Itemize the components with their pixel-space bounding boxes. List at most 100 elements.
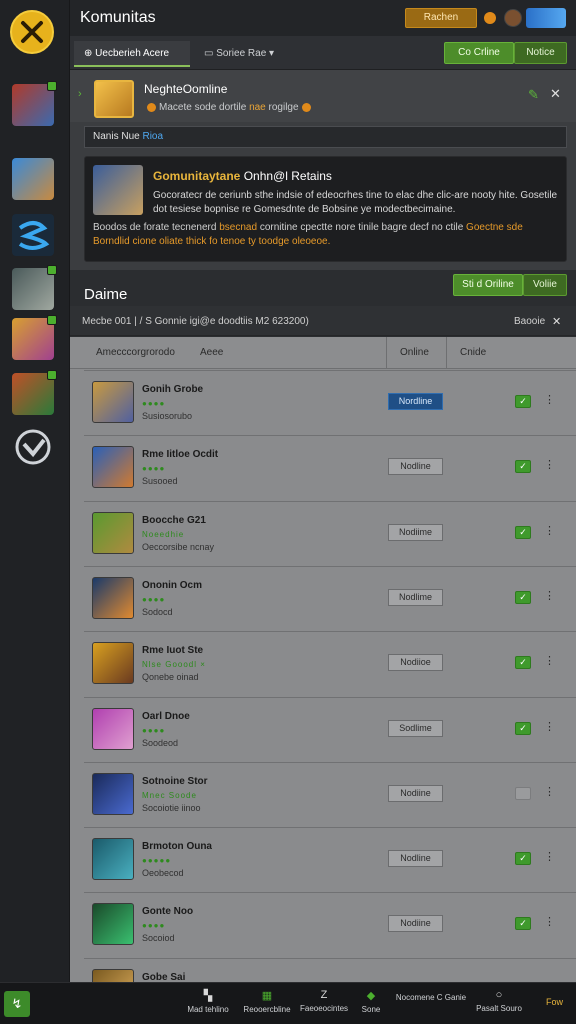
profile-banner[interactable] bbox=[526, 8, 566, 28]
member-name: Ononin Ocm bbox=[142, 579, 202, 591]
rail-avatar-3[interactable] bbox=[12, 214, 54, 256]
status-badge[interactable]: Nodiime bbox=[388, 523, 443, 541]
bottom-item-2[interactable]: Z Faeoeocintes bbox=[296, 989, 352, 1013]
column-header[interactable]: Online bbox=[400, 347, 429, 358]
more-icon[interactable]: ⋮ bbox=[544, 524, 555, 537]
bottom-item-0[interactable]: ▚ Mad tehlino bbox=[186, 989, 230, 1014]
member-name: Rme Iitloe Ocdit bbox=[142, 449, 219, 461]
checkbox-checked[interactable]: ✓ bbox=[515, 656, 531, 670]
filter-text: Mecbe 001 | / S Gonnie igi@e doodtiis M2… bbox=[82, 316, 309, 327]
tab-series[interactable]: ▭ Soriee Rae ▾ bbox=[194, 41, 284, 67]
status-badge[interactable]: Nodiioe bbox=[388, 654, 443, 672]
checkbox-checked[interactable]: ✓ bbox=[515, 721, 531, 735]
set-online-button[interactable]: Sti d Oriline bbox=[453, 274, 523, 296]
rail-avatar-1[interactable] bbox=[12, 81, 57, 126]
member-rating: Nlse Gooodl × bbox=[142, 660, 206, 670]
notification-title: NeghteOomline bbox=[144, 82, 228, 96]
member-subtitle: Susiosorubo bbox=[142, 411, 193, 421]
home-icon[interactable]: ↯ bbox=[4, 991, 30, 1017]
bottom-item-5[interactable]: ○ Pasalt Souro bbox=[476, 989, 522, 1013]
column-header[interactable]: Cnide bbox=[460, 347, 486, 358]
chart-icon: ▚ bbox=[203, 990, 213, 1002]
filter-label[interactable]: Baooie bbox=[514, 316, 545, 327]
go-online-button[interactable]: Co Crline bbox=[444, 42, 514, 64]
status-badge[interactable]: Nordline bbox=[388, 393, 443, 410]
user-avatar[interactable] bbox=[504, 9, 522, 27]
table-row[interactable]: Gobe Sai bbox=[84, 957, 576, 982]
bottom-item-1[interactable]: ▦ Reooercbline bbox=[240, 989, 294, 1014]
table-row[interactable]: Oarl Dnoe ●●●● Soodeod Sodlime ✓ ⋮ bbox=[84, 696, 576, 761]
member-subtitle: Soodeod bbox=[142, 737, 179, 748]
member-subtitle: Socoiod bbox=[142, 933, 175, 944]
left-rail bbox=[0, 0, 70, 982]
member-name: Sotnoine Stor bbox=[142, 775, 208, 787]
member-name: Rme Iuot Ste bbox=[142, 645, 204, 657]
more-icon[interactable]: ⋮ bbox=[544, 785, 555, 798]
circle-icon: ○ bbox=[495, 989, 503, 1001]
member-rating: ●●●● bbox=[142, 921, 166, 931]
member-name: Oarl Dnoe bbox=[142, 710, 190, 722]
table-row[interactable]: Brmoton Ouna ●●●●● Oeobecod Nodline ✓ ⋮ bbox=[84, 827, 576, 891]
status-badge[interactable]: Nodline bbox=[388, 458, 443, 476]
close-icon[interactable]: ✕ bbox=[550, 86, 561, 102]
more-icon[interactable]: ⋮ bbox=[544, 589, 555, 602]
notice-button[interactable]: Notice bbox=[514, 42, 567, 64]
status-badge[interactable]: Sodlime bbox=[388, 719, 443, 737]
app-title: Komunitas bbox=[80, 9, 156, 26]
table-row[interactable]: Rme Iitloe Ocdit ●●●● Susooed Nodline ✓ … bbox=[84, 435, 576, 499]
member-subtitle: Sodocd bbox=[142, 606, 173, 617]
rail-avatar-4[interactable] bbox=[12, 265, 57, 310]
member-avatar bbox=[92, 446, 134, 489]
column-header[interactable]: Amecccorgrorodo bbox=[96, 347, 175, 358]
tab-icon: ⊕ bbox=[84, 48, 96, 59]
message-input[interactable]: Nanis Nue Rioa bbox=[84, 126, 567, 148]
table-row[interactable]: Rme Iuot Ste Nlse Gooodl × Qonebe oinad … bbox=[84, 631, 576, 695]
status-badge[interactable]: Nodiine bbox=[388, 784, 443, 802]
rail-avatar-6[interactable] bbox=[12, 370, 57, 415]
table-row[interactable]: Ononin Ocm ●●●● Sodocd Nodlime ✓ ⋮ bbox=[84, 565, 576, 630]
online-badge bbox=[47, 265, 57, 275]
bottom-item-3[interactable]: ◆ Sone bbox=[356, 989, 386, 1014]
checkbox-checked[interactable]: ✓ bbox=[515, 460, 531, 474]
member-name: Gonte Noo bbox=[142, 906, 194, 918]
status-badge[interactable]: Nodlime bbox=[388, 588, 443, 606]
member-avatar bbox=[92, 838, 134, 881]
table-row[interactable]: Gonte Noo ●●●● Socoiod Nodiine ✓ ⋮ bbox=[84, 892, 576, 956]
pin-icon[interactable]: ✎ bbox=[528, 87, 539, 103]
app-logo-icon[interactable] bbox=[10, 10, 54, 54]
more-icon[interactable]: ⋮ bbox=[544, 915, 555, 928]
checkbox-checked[interactable]: ✓ bbox=[515, 525, 531, 539]
rank-button[interactable]: Rachen bbox=[405, 8, 477, 28]
column-divider bbox=[386, 337, 387, 369]
checkbox-checked[interactable]: ✓ bbox=[515, 395, 531, 408]
member-subtitle: Socoiotie iinoo bbox=[142, 802, 201, 813]
table-row[interactable]: Boocche G21 Noeedhie Oeccorsibe ncnay No… bbox=[84, 500, 576, 565]
shield-icon[interactable] bbox=[12, 426, 54, 468]
member-name: Gonih Grobe bbox=[142, 384, 204, 395]
member-avatar bbox=[92, 903, 134, 946]
table-row[interactable]: Gonih Grobe ●●●● Susiosorubo Nordline ✓ … bbox=[84, 370, 576, 434]
table-row[interactable]: Sotnoine Stor Mnec Soode Socoiotie iinoo… bbox=[84, 761, 576, 826]
checkbox-checked[interactable]: ✓ bbox=[515, 852, 531, 866]
chevron-right-icon[interactable]: › bbox=[78, 88, 82, 100]
checkbox-unchecked[interactable] bbox=[515, 786, 531, 800]
checkbox-checked[interactable]: ✓ bbox=[515, 917, 531, 931]
column-header[interactable]: Aeee bbox=[200, 347, 223, 358]
status-badge[interactable]: Nodiine bbox=[388, 915, 443, 933]
more-icon[interactable]: ⋮ bbox=[544, 393, 555, 406]
more-icon[interactable]: ⋮ bbox=[544, 720, 555, 733]
more-icon[interactable]: ⋮ bbox=[544, 654, 555, 667]
member-avatar bbox=[92, 642, 134, 685]
volume-button[interactable]: Voliie bbox=[523, 274, 567, 296]
bottom-end-label[interactable]: Fow bbox=[546, 997, 563, 1007]
member-avatar bbox=[92, 381, 134, 423]
close-icon[interactable]: ✕ bbox=[552, 315, 561, 328]
bottom-item-4[interactable]: Nocomene C Ganie bbox=[386, 993, 476, 1002]
status-badge[interactable]: Nodline bbox=[388, 850, 443, 868]
more-icon[interactable]: ⋮ bbox=[544, 458, 555, 471]
more-icon[interactable]: ⋮ bbox=[544, 850, 555, 863]
rail-avatar-5[interactable] bbox=[12, 315, 57, 360]
checkbox-checked[interactable]: ✓ bbox=[515, 590, 531, 604]
rail-avatar-2[interactable] bbox=[12, 158, 54, 200]
tab-overview[interactable]: ⊕ Uecberieh Acere bbox=[74, 41, 190, 67]
